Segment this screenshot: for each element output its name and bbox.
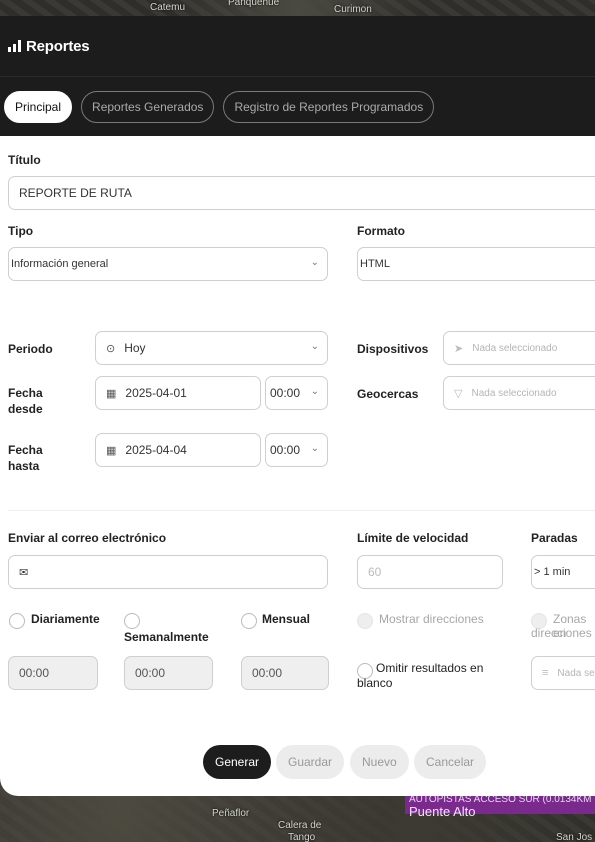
diariamente-radio[interactable]: [9, 613, 25, 629]
omitir-resultados-label-1: Omitir resultados en: [376, 661, 484, 675]
fecha-hasta-date-input[interactable]: ▦ 2025-04-04: [95, 433, 261, 467]
chevron-down-icon: ⌄: [310, 443, 319, 454]
section-divider: [8, 510, 595, 511]
tipo-label: Tipo: [8, 224, 34, 238]
fecha-hasta-date: 2025-04-04: [125, 443, 187, 457]
fecha-desde-label: Fecha desde: [8, 386, 43, 416]
semanalmente-time-input[interactable]: 00:00: [124, 656, 213, 690]
limite-velocidad-label: Límite de velocidad: [357, 531, 469, 545]
tab-label: Principal: [15, 99, 62, 114]
location-arrow-icon: ➤: [454, 342, 464, 355]
paradas-label: Paradas: [531, 531, 578, 545]
envelope-icon: ✉: [19, 566, 29, 579]
correo-input[interactable]: ✉: [8, 555, 328, 589]
tab-label: Reportes Generados: [92, 99, 204, 114]
calendar-icon: ▦: [106, 444, 117, 457]
clock-icon: ⊙: [106, 342, 116, 355]
calendar-icon: ▦: [106, 387, 117, 400]
nuevo-button[interactable]: Nuevo: [350, 745, 409, 779]
map-label: Catemu: [150, 2, 186, 13]
limite-velocidad-placeholder: 60: [368, 565, 382, 579]
mensual-time-input[interactable]: 00:00: [241, 656, 329, 690]
filter-icon: ▽: [454, 387, 463, 400]
guardar-button[interactable]: Guardar: [276, 745, 345, 779]
correo-label: Enviar al correo electrónico: [8, 531, 167, 545]
omitir-resultados-label-2: blanco: [357, 676, 393, 690]
formato-select[interactable]: HTML: [357, 247, 595, 281]
tab-reportes-generados[interactable]: Reportes Generados: [81, 90, 215, 123]
tipo-value: Información general: [11, 258, 109, 270]
map-label: Peñaflor: [212, 808, 250, 819]
mensual-radio[interactable]: [241, 613, 257, 629]
diariamente-time: 00:00: [19, 666, 50, 680]
limite-velocidad-input[interactable]: 60: [357, 555, 503, 589]
reports-panel: Reportes Principal Reportes Generados Re…: [0, 16, 595, 796]
fecha-hasta-label: Fecha hasta: [8, 443, 43, 473]
panel-header: Reportes: [0, 16, 595, 76]
zonas-direcciones-label-2: direcciones: [531, 626, 592, 640]
titulo-label: Título: [8, 153, 41, 167]
zonas-direcciones-select[interactable]: ≡ Nada se: [531, 656, 595, 690]
dispositivos-label: Dispositivos: [357, 342, 429, 356]
fecha-desde-date-input[interactable]: ▦ 2025-04-01: [95, 376, 261, 410]
chevron-down-icon: ⌄: [310, 257, 319, 268]
periodo-value: Hoy: [124, 341, 146, 355]
fecha-hasta-time: 00:00: [270, 443, 301, 457]
tab-principal[interactable]: Principal: [4, 90, 73, 123]
fecha-desde-time-select[interactable]: 00:00 ⌄: [265, 376, 328, 410]
formato-label: Formato: [357, 224, 405, 238]
map-label: Calera de: [278, 820, 322, 831]
periodo-select[interactable]: ⊙ Hoy ⌄: [95, 331, 328, 365]
geocercas-label: Geocercas: [357, 387, 419, 401]
generar-button[interactable]: Generar: [203, 745, 272, 779]
map-label: San Jos: [556, 832, 593, 842]
tab-label: Registro de Reportes Programados: [234, 99, 424, 114]
semanalmente-radio[interactable]: [124, 613, 140, 629]
fecha-hasta-time-select[interactable]: 00:00 ⌄: [265, 433, 328, 467]
zonas-direcciones-placeholder: Nada se: [557, 667, 595, 679]
report-form: Título REPORTE DE RUTA Tipo Información …: [0, 136, 595, 796]
dispositivos-select[interactable]: ➤ Nada seleccionado: [443, 331, 595, 365]
fecha-desde-time: 00:00: [270, 386, 301, 400]
tipo-select[interactable]: Información general ⌄: [8, 247, 328, 281]
periodo-label: Periodo: [8, 342, 53, 356]
fecha-desde-date: 2025-04-01: [125, 386, 187, 400]
cancelar-button[interactable]: Cancelar: [414, 745, 487, 779]
diariamente-label: Diariamente: [31, 612, 100, 626]
tab-registro-programados[interactable]: Registro de Reportes Programados: [223, 90, 435, 123]
mostrar-direcciones-radio[interactable]: [357, 613, 373, 629]
geocercas-placeholder: Nada seleccionado: [471, 387, 557, 399]
mensual-time: 00:00: [252, 666, 283, 680]
page-title: Reportes: [26, 37, 90, 55]
paradas-select[interactable]: > 1 min: [531, 555, 595, 589]
chevron-down-icon: ⌄: [310, 341, 319, 352]
map-label: Tango: [288, 832, 316, 842]
titulo-value: REPORTE DE RUTA: [19, 186, 132, 200]
list-icon: ≡: [542, 667, 549, 679]
tab-bar: Principal Reportes Generados Registro de…: [0, 76, 595, 136]
dispositivos-placeholder: Nada seleccionado: [472, 342, 558, 354]
formato-value: HTML: [360, 258, 390, 270]
map-label: Panquehue: [228, 0, 280, 8]
bar-chart-icon: [8, 40, 21, 52]
diariamente-time-input[interactable]: 00:00: [8, 656, 98, 690]
semanalmente-label: Semanalmente: [124, 630, 209, 644]
mostrar-direcciones-label: Mostrar direcciones: [379, 612, 484, 626]
map-label: Curimon: [334, 4, 372, 15]
geocercas-select[interactable]: ▽ Nada seleccionado: [443, 376, 595, 410]
route-tag-place: Puente Alto: [409, 804, 476, 819]
chevron-down-icon: ⌄: [310, 386, 319, 397]
mensual-label: Mensual: [262, 612, 311, 626]
semanalmente-time: 00:00: [135, 666, 166, 680]
paradas-value: > 1 min: [534, 566, 571, 578]
titulo-input[interactable]: REPORTE DE RUTA: [8, 176, 595, 210]
